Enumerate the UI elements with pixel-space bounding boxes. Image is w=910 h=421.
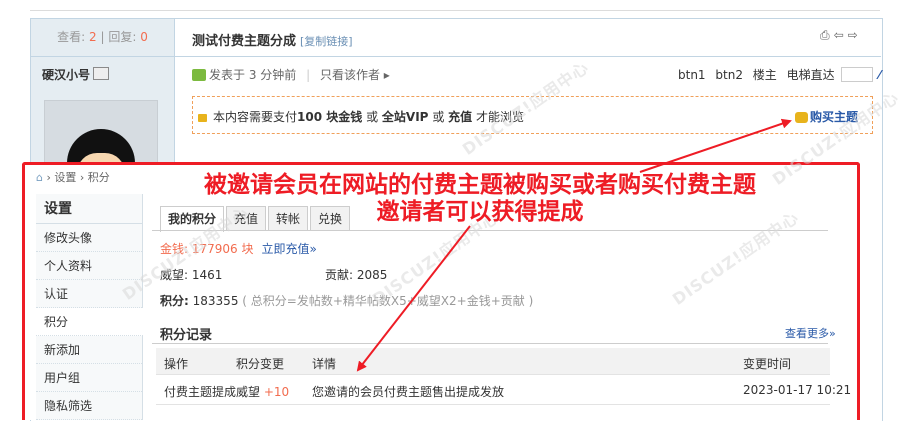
arrow-to-buy [639,118,792,173]
arrow-to-record [356,225,471,372]
annotation-arrows [356,118,792,372]
